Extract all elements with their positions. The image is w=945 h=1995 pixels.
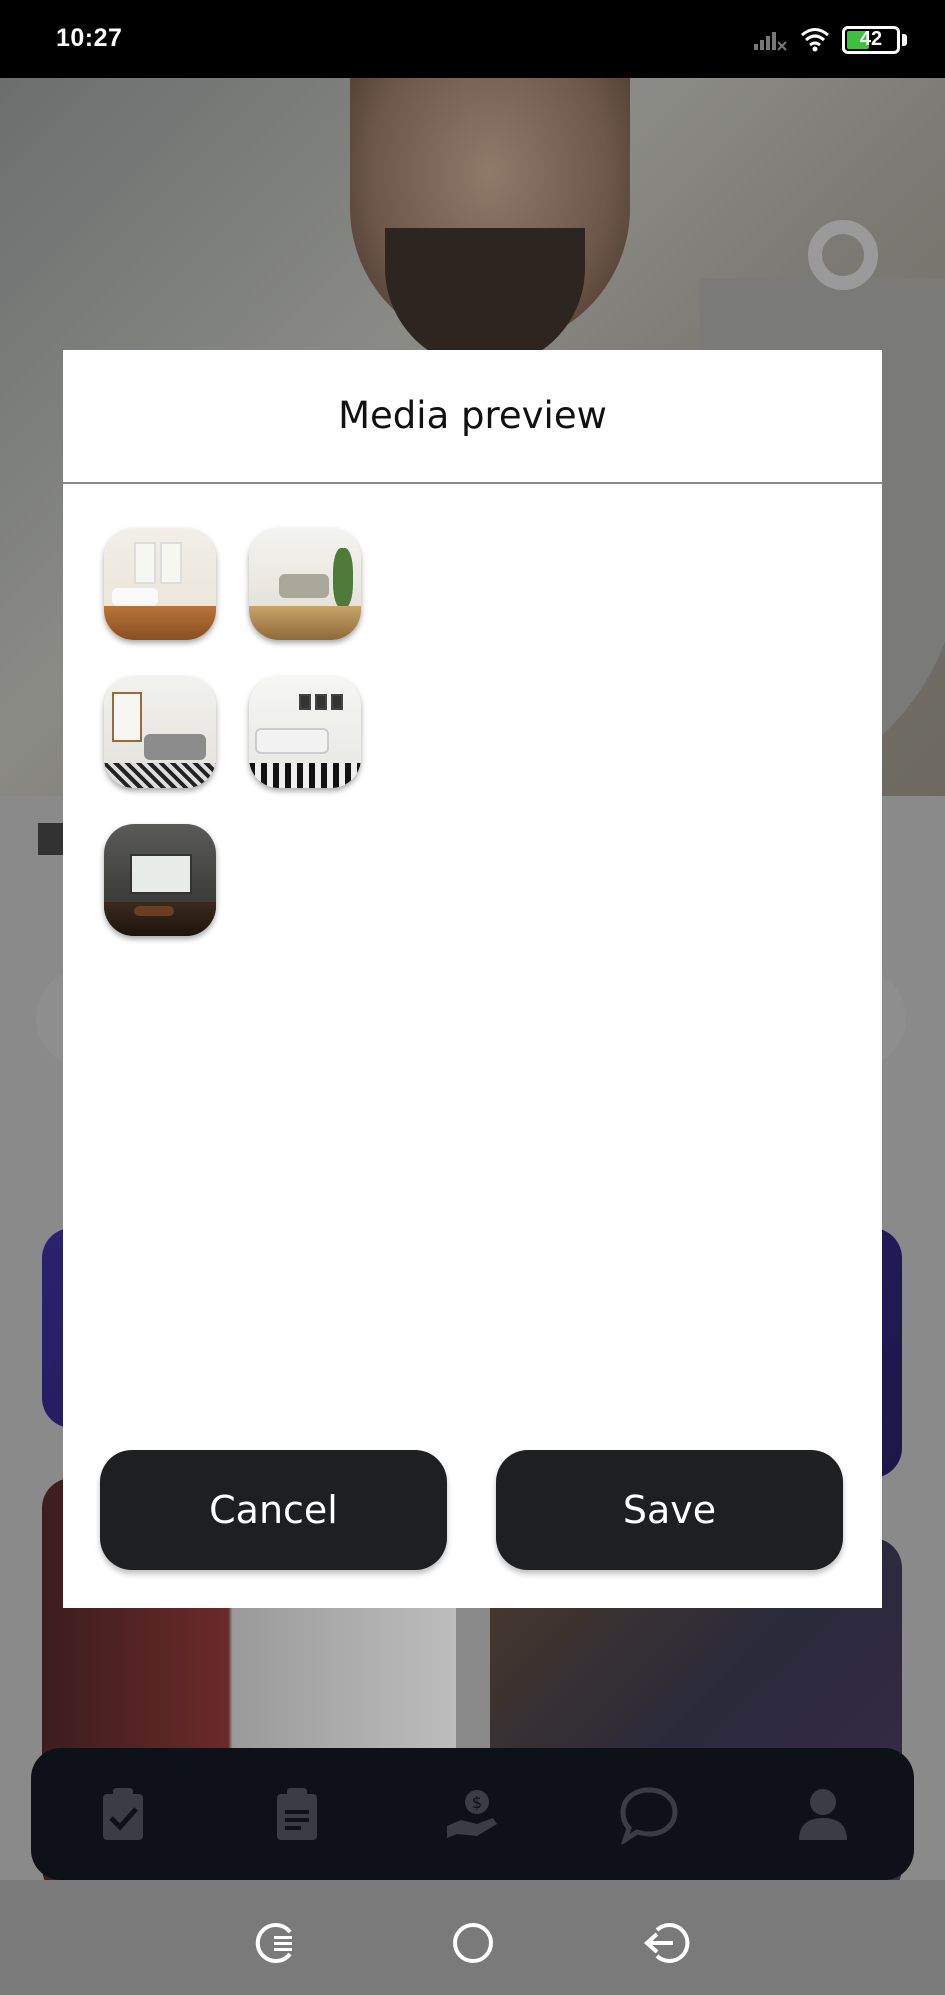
battery-tip — [902, 34, 907, 46]
svg-text:$: $ — [472, 1793, 482, 1812]
system-nav-bar — [0, 1880, 945, 1995]
signal-icon — [754, 32, 787, 51]
dialog-divider — [63, 482, 882, 484]
save-button[interactable]: Save — [496, 1450, 843, 1570]
clipboard-check-icon[interactable] — [93, 1784, 153, 1844]
media-thumbnail[interactable] — [249, 676, 361, 788]
clipboard-list-icon[interactable] — [267, 1784, 327, 1844]
media-preview-dialog: Media preview Cancel Save — [63, 350, 882, 1608]
hand-money-icon[interactable]: $ — [443, 1784, 503, 1844]
media-thumbnail[interactable] — [104, 824, 216, 936]
battery-level: 42 — [859, 28, 883, 50]
battery-icon: 42 — [842, 26, 900, 54]
status-bar: 10:27 42 — [0, 0, 945, 78]
bottom-nav: $ — [31, 1748, 914, 1880]
media-thumbnail[interactable] — [104, 528, 216, 640]
chat-bubble-icon[interactable] — [619, 1784, 679, 1847]
settings-gear-icon — [808, 220, 878, 290]
user-icon[interactable] — [793, 1784, 853, 1844]
media-thumbnail[interactable] — [104, 676, 216, 788]
cancel-button[interactable]: Cancel — [100, 1450, 447, 1570]
recents-icon[interactable] — [250, 1918, 300, 1968]
dialog-title: Media preview — [338, 394, 607, 437]
profile-photo-detail — [385, 228, 585, 368]
status-time: 10:27 — [56, 24, 123, 52]
home-icon[interactable] — [448, 1918, 498, 1968]
back-icon[interactable] — [643, 1918, 693, 1968]
wifi-icon — [801, 28, 829, 52]
media-thumbnail[interactable] — [249, 528, 361, 640]
